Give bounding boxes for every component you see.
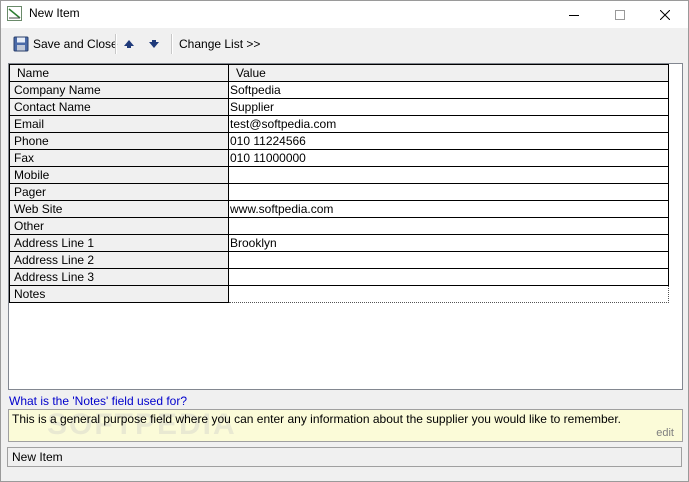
- maximize-button[interactable]: [597, 1, 643, 28]
- table-row[interactable]: Fax 010 11000000: [9, 149, 669, 167]
- field-value-cell[interactable]: 010 11000000: [228, 149, 669, 167]
- minimize-icon: [569, 14, 579, 16]
- edit-link[interactable]: edit: [656, 427, 674, 439]
- field-name-cell: Address Line 1: [9, 234, 229, 252]
- field-name-cell: Fax: [9, 149, 229, 167]
- table-row[interactable]: Address Line 1 Brooklyn: [9, 234, 669, 252]
- field-name-cell: Company Name: [9, 81, 229, 99]
- floppy-disk-icon: [13, 36, 29, 52]
- field-value-cell[interactable]: [228, 183, 669, 201]
- close-button[interactable]: [642, 1, 688, 28]
- field-name-cell: Other: [9, 217, 229, 235]
- table-row[interactable]: Address Line 2: [9, 251, 669, 269]
- notes-value-cell[interactable]: [228, 285, 669, 303]
- field-name-cell: Notes: [9, 285, 229, 303]
- save-and-close-label: Save and Close: [33, 37, 118, 51]
- change-list-label: Change List >>: [179, 37, 261, 51]
- toolbar-separator: [115, 34, 117, 54]
- title-bar: New Item: [1, 1, 688, 28]
- close-icon: [660, 9, 670, 20]
- minimize-button[interactable]: [551, 1, 597, 28]
- table-row[interactable]: Pager: [9, 183, 669, 201]
- field-value-cell[interactable]: [228, 166, 669, 184]
- help-title: What is the 'Notes' field used for?: [9, 394, 188, 408]
- table-row[interactable]: Mobile: [9, 166, 669, 184]
- field-name-cell: Pager: [9, 183, 229, 201]
- help-panel: SOFTPEDIA This is a general purpose fiel…: [8, 408, 683, 442]
- table-row-selected[interactable]: Notes: [9, 285, 669, 303]
- field-value-cell[interactable]: 010 11224566: [228, 132, 669, 150]
- field-name-cell: Address Line 3: [9, 268, 229, 286]
- table-row[interactable]: Web Site www.softpedia.com: [9, 200, 669, 218]
- field-value-cell[interactable]: Brooklyn: [228, 234, 669, 252]
- field-value-cell[interactable]: Softpedia: [228, 81, 669, 99]
- table-row[interactable]: Other: [9, 217, 669, 235]
- field-value-cell[interactable]: www.softpedia.com: [228, 200, 669, 218]
- field-name-cell: Email: [9, 115, 229, 133]
- arrow-up-icon: [124, 40, 134, 48]
- table-row[interactable]: Phone 010 11224566: [9, 132, 669, 150]
- move-up-button[interactable]: [122, 33, 136, 55]
- column-header-value[interactable]: Value: [228, 64, 669, 82]
- property-grid[interactable]: Name Value Company Name Softpedia Contac…: [8, 63, 683, 390]
- field-value-cell[interactable]: test@softpedia.com: [228, 115, 669, 133]
- change-list-button[interactable]: Change List >>: [179, 33, 260, 55]
- field-value-cell[interactable]: [228, 251, 669, 269]
- column-header-name[interactable]: Name: [9, 64, 229, 82]
- help-text: This is a general purpose field where yo…: [12, 412, 622, 426]
- field-name-cell: Phone: [9, 132, 229, 150]
- window-title: New Item: [29, 6, 80, 20]
- table-row[interactable]: Contact Name Supplier: [9, 98, 669, 116]
- field-name-cell: Address Line 2: [9, 251, 229, 269]
- field-value-cell[interactable]: Supplier: [228, 98, 669, 116]
- field-value-cell[interactable]: [228, 268, 669, 286]
- field-name-cell: Mobile: [9, 166, 229, 184]
- table-row[interactable]: Company Name Softpedia: [9, 81, 669, 99]
- app-icon: [7, 6, 22, 21]
- status-text: New Item: [12, 450, 63, 464]
- maximize-icon: [615, 9, 625, 20]
- field-name-cell: Web Site: [9, 200, 229, 218]
- arrow-down-icon: [149, 40, 159, 48]
- toolbar-separator: [171, 34, 173, 54]
- status-bar: New Item: [7, 447, 682, 467]
- main-window: New Item Save and Close Change List >> N…: [0, 0, 689, 482]
- grid-header-row: Name Value: [9, 64, 669, 82]
- table-row[interactable]: Email test@softpedia.com: [9, 115, 669, 133]
- toolbar: Save and Close Change List >>: [1, 28, 688, 61]
- move-down-button[interactable]: [147, 33, 161, 55]
- table-row[interactable]: Address Line 3: [9, 268, 669, 286]
- field-name-cell: Contact Name: [9, 98, 229, 116]
- field-value-cell[interactable]: [228, 217, 669, 235]
- save-and-close-button[interactable]: Save and Close: [13, 33, 118, 55]
